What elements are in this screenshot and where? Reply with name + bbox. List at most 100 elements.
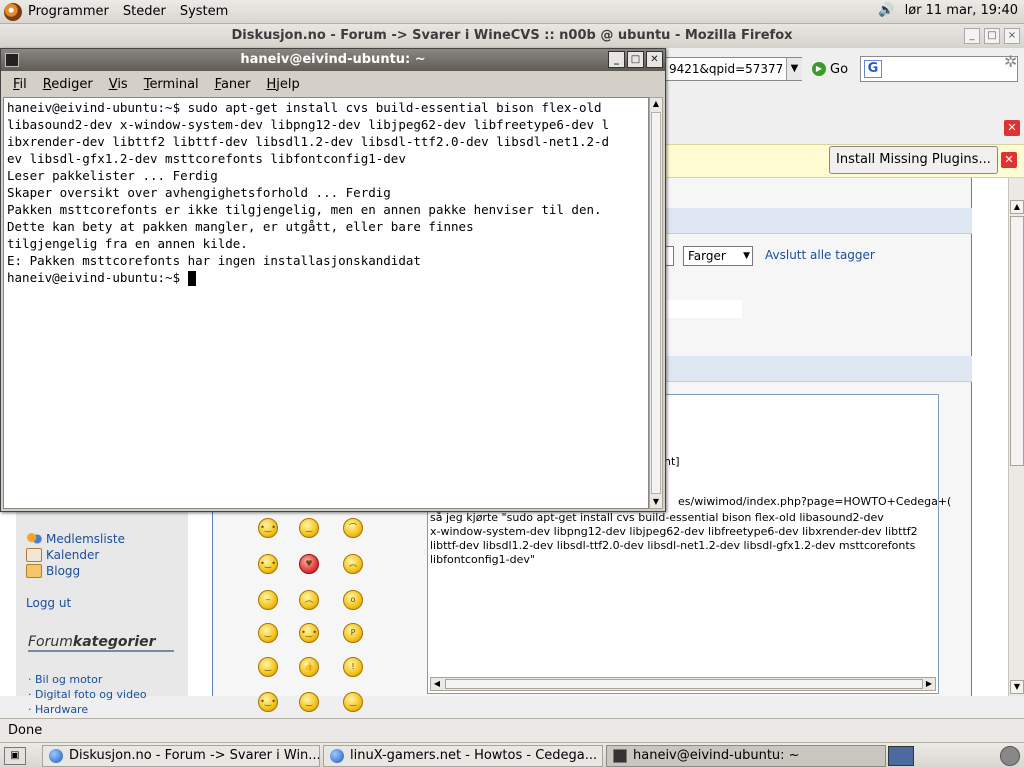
taskbar-item-label: Diskusjon.no - Forum -> Svarer i Win... — [69, 748, 320, 763]
subject-input[interactable] — [664, 300, 742, 318]
bottom-taskbar: ▣ Diskusjon.no - Forum -> Svarer i Win..… — [0, 742, 1024, 768]
smiley-icon[interactable]: ‒ — [258, 590, 278, 610]
chevron-down-icon: ▼ — [743, 251, 750, 261]
taskbar-item-terminal[interactable]: haneiv@eivind-ubuntu: ~ — [606, 745, 886, 767]
close-button[interactable]: × — [1004, 28, 1020, 44]
status-bar: Done — [0, 718, 1024, 742]
terminal-line: Leser pakkelister ... Ferdig — [7, 168, 218, 183]
menu-vis[interactable]: Vis — [109, 77, 128, 92]
scroll-down-icon[interactable]: ▼ — [1010, 680, 1024, 694]
sidebar-link-label: Medlemsliste — [46, 532, 126, 546]
url-field[interactable]: 9421&qpid=57377 — [664, 57, 802, 81]
smiley-icon[interactable]: ‿ — [299, 692, 319, 712]
scroll-right-icon[interactable]: ▶ — [923, 678, 935, 690]
terminal-line: Pakken msttcorefonts er ikke tilgjengeli… — [7, 202, 602, 217]
editor-fragment-1: nt] — [664, 455, 680, 468]
terminal-icon[interactable] — [5, 53, 19, 67]
terminal-menubar: Fil Rediger Vis Terminal Faner Hjelp — [1, 71, 665, 97]
sidebar-link-blog[interactable]: Blogg — [26, 564, 80, 578]
close-button[interactable]: ✕ — [646, 51, 663, 68]
workspace-switcher-icon[interactable] — [888, 746, 914, 766]
terminal-line: Skaper oversikt over avhengighetsforhold… — [7, 185, 391, 200]
google-icon[interactable]: G — [864, 60, 882, 78]
go-arrow-icon: ▶ — [812, 62, 826, 76]
smiley-icon[interactable]: •‿• — [258, 692, 278, 712]
smiley-icon[interactable]: ‿ — [258, 657, 278, 677]
close-notification-icon[interactable]: ✕ — [1001, 152, 1017, 168]
url-dropdown-icon[interactable]: ▼ — [786, 58, 802, 80]
maximize-button[interactable]: □ — [984, 28, 1000, 44]
angel-smiley-icon[interactable]: •‿• — [258, 554, 278, 574]
text-cursor — [187, 271, 196, 286]
category-link[interactable]: · Bil og motor — [28, 673, 102, 686]
menu-programmer[interactable]: Programmer — [28, 4, 109, 19]
calendar-icon — [26, 548, 42, 562]
envelope-icon — [26, 564, 42, 578]
scroll-up-icon[interactable]: ▲ — [1010, 200, 1024, 214]
colors-select[interactable]: Farger ▼ — [683, 246, 753, 266]
smiley-icon[interactable]: ‿ — [299, 518, 319, 538]
smiley-icon[interactable]: •‿• — [299, 623, 319, 643]
clock[interactable]: lør 11 mar, 19:40 — [905, 3, 1018, 18]
scroll-thumb[interactable] — [445, 679, 923, 689]
search-input[interactable]: G — [860, 56, 1018, 82]
menu-rediger[interactable]: Rediger — [43, 77, 93, 92]
sidebar-link-label: Kalender — [46, 548, 100, 562]
smiley-icon[interactable]: P — [343, 623, 363, 643]
menu-system[interactable]: System — [180, 4, 228, 19]
sidebar-link-members[interactable]: Medlemsliste — [26, 532, 125, 546]
speaker-icon[interactable]: 🔊 — [878, 3, 894, 18]
minimize-button[interactable]: _ — [608, 51, 625, 68]
thumbs-up-smiley-icon[interactable]: 👍 — [299, 657, 319, 677]
scroll-down-icon[interactable]: ▼ — [650, 496, 662, 508]
editor-horizontal-scrollbar[interactable]: ◀ ▶ — [430, 677, 936, 691]
close-tags-link[interactable]: Avslutt alle tagger — [765, 248, 875, 262]
smiley-icon[interactable]: ‿ — [343, 692, 363, 712]
editor-text: så jeg kjørte "sudo apt-get install cvs … — [430, 511, 918, 566]
terminal-prompt: haneiv@eivind-ubuntu:~$ — [7, 270, 188, 285]
smiley-icon[interactable]: ︵ — [299, 590, 319, 610]
activity-throbber-icon: ✲ — [1004, 52, 1018, 71]
category-link[interactable]: · Digital foto og video — [28, 688, 147, 701]
page-vertical-scrollbar[interactable]: ▲ ▼ — [1008, 178, 1024, 696]
category-link[interactable]: · Hardware — [28, 703, 88, 716]
show-desktop-icon[interactable]: ▣ — [4, 747, 26, 765]
close-tab-icon[interactable]: ✕ — [1004, 120, 1020, 136]
menu-hjelp[interactable]: Hjelp — [267, 77, 300, 92]
go-button[interactable]: ▶ Go — [812, 58, 848, 80]
scroll-left-icon[interactable]: ◀ — [431, 678, 443, 690]
terminal-output[interactable]: haneiv@eivind-ubuntu:~$ sudo apt-get ins… — [3, 97, 649, 509]
install-plugins-button[interactable]: Install Missing Plugins... — [829, 146, 998, 174]
sidebar-link-calendar[interactable]: Kalender — [26, 548, 99, 562]
terminal-line: haneiv@eivind-ubuntu:~$ sudo apt-get ins… — [7, 100, 602, 115]
minimize-button[interactable]: _ — [964, 28, 980, 44]
smiley-icon[interactable]: ‿ — [258, 623, 278, 643]
editor-fragment-2: es/wiwimod/index.php?page=HOWTO+Cedega+( — [678, 495, 952, 508]
smiley-icon[interactable]: ︵ — [343, 554, 363, 574]
smiley-icon[interactable]: o — [343, 590, 363, 610]
smiley-icon[interactable]: ⌒ — [343, 518, 363, 538]
ubuntu-logo-icon[interactable] — [4, 2, 22, 21]
taskbar-item-firefox-1[interactable]: Diskusjon.no - Forum -> Svarer i Win... — [42, 745, 320, 767]
terminal-line: libasound2-dev x-window-system-dev libpn… — [7, 117, 610, 132]
firefox-title: Diskusjon.no - Forum -> Svarer i WineCVS… — [0, 24, 1024, 48]
trash-icon[interactable] — [1000, 746, 1020, 766]
terminal-line: ev libsdl-gfx1.2-dev msttcorefonts libfo… — [7, 151, 406, 166]
smiley-icon[interactable]: •‿• — [258, 518, 278, 538]
maximize-button[interactable]: □ — [627, 51, 644, 68]
scroll-thumb[interactable] — [651, 112, 661, 494]
members-icon — [26, 532, 42, 546]
firefox-icon — [49, 749, 63, 763]
scroll-up-icon[interactable]: ▲ — [650, 98, 662, 110]
terminal-scrollbar[interactable]: ▲ ▼ — [649, 97, 663, 509]
logout-link[interactable]: Logg ut — [26, 596, 71, 610]
menu-terminal[interactable]: Terminal — [144, 77, 199, 92]
smiley-icon[interactable]: ! — [343, 657, 363, 677]
menu-steder[interactable]: Steder — [123, 4, 166, 19]
taskbar-item-firefox-2[interactable]: linuX-gamers.net - Howtos - Cedega... — [323, 745, 603, 767]
menu-faner[interactable]: Faner — [215, 77, 251, 92]
scroll-thumb[interactable] — [1010, 216, 1024, 466]
menu-fil[interactable]: Fil — [13, 77, 27, 92]
forum-categories-title-b: kategorier — [72, 634, 156, 650]
love-smiley-icon[interactable]: ♥ — [299, 554, 319, 574]
